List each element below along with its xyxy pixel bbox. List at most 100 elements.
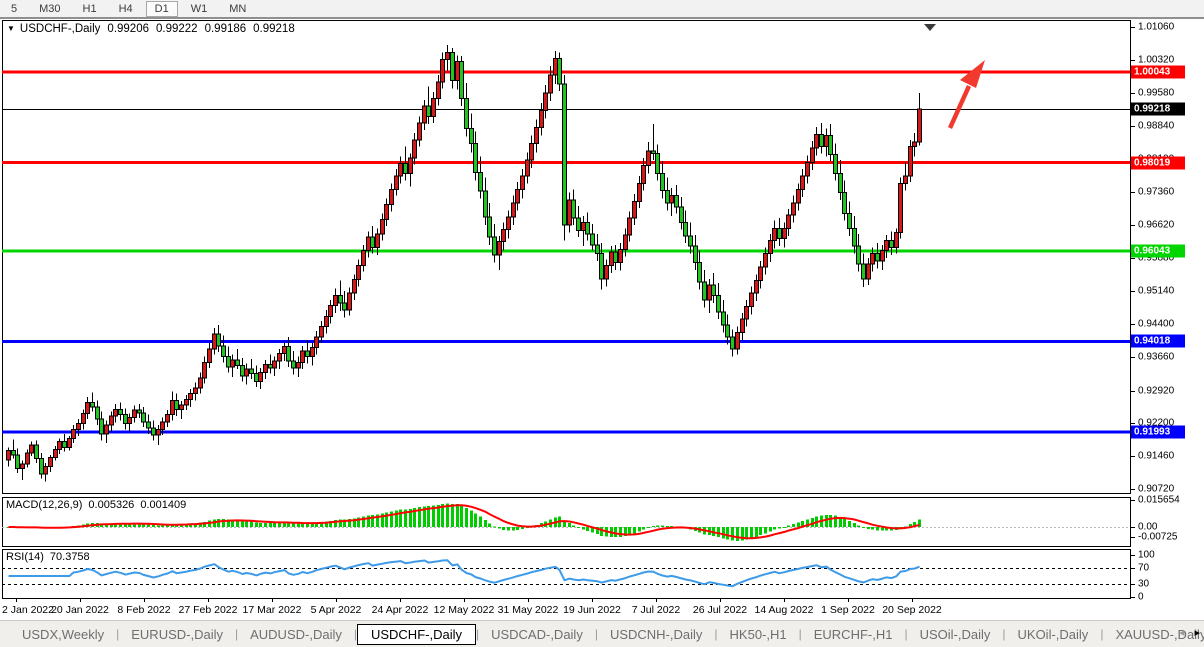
candle-body	[815, 134, 819, 147]
candle-body	[245, 369, 249, 376]
candle-body	[745, 306, 749, 319]
candle-body	[918, 109, 922, 142]
ohlc-high: 0.99222	[156, 23, 198, 35]
tab-usdcnh-daily[interactable]: USDCNH-,Daily	[598, 625, 714, 644]
candle-body	[801, 176, 805, 189]
candle-body	[797, 189, 801, 202]
candle-body	[512, 203, 516, 217]
candle-body	[35, 445, 39, 458]
level-price-tag-0.98019: 0.98019	[1131, 157, 1185, 170]
candle-body	[474, 143, 478, 172]
macd-histogram-bar	[867, 527, 870, 529]
candle-body	[638, 184, 642, 202]
macd-histogram-bar	[750, 527, 753, 538]
candle-body	[273, 361, 277, 368]
candle-body	[661, 173, 665, 190]
candle-body	[484, 191, 488, 217]
date-label: 24 Apr 2022	[372, 604, 429, 616]
candle-body	[376, 234, 380, 247]
macd-histogram-bar	[502, 527, 505, 530]
macd-histogram-bar	[474, 513, 477, 527]
macd-histogram-bar	[516, 527, 519, 530]
price-tick-label: 0.90720	[1138, 484, 1174, 495]
candle-body	[722, 312, 726, 325]
candle-body	[783, 228, 787, 238]
candle-body	[348, 293, 352, 310]
candle-body	[526, 160, 530, 176]
candle-body	[479, 172, 483, 191]
level-price-tag-1.00043: 1.00043	[1131, 66, 1185, 79]
price-tick-label: 0.95140	[1138, 286, 1174, 297]
tab-usdcad-daily[interactable]: USDCAD-,Daily	[479, 625, 595, 644]
ohlc-close: 0.99218	[253, 23, 295, 35]
macd-histogram-bar	[269, 523, 272, 527]
candle-body	[297, 362, 301, 368]
macd-histogram-bar	[264, 523, 267, 527]
candle-body	[460, 62, 464, 99]
candle-body	[49, 458, 53, 467]
candle-body	[77, 424, 81, 430]
candle-body	[904, 176, 908, 184]
candle-body	[72, 429, 76, 438]
candle-body	[96, 407, 100, 419]
price-tick-label: 0.93660	[1138, 352, 1174, 363]
candle-body	[315, 337, 319, 348]
price-axis[interactable]: 1.010601.003200.995800.988400.981000.973…	[1130, 0, 1204, 620]
macd-histogram-bar	[259, 523, 262, 527]
tab-scroll-right-icon[interactable]: ▸	[1194, 625, 1200, 641]
candle-body	[619, 249, 623, 262]
candle-body	[413, 140, 417, 158]
symbol-dropdown-icon[interactable]: ▼	[7, 24, 15, 33]
tab-hk50-h1[interactable]: HK50-,H1	[718, 625, 799, 644]
macd-histogram-bar	[484, 520, 487, 527]
current-price-tag: 0.99218	[1131, 103, 1185, 116]
candle-body	[208, 349, 212, 362]
candle-body	[105, 425, 109, 434]
candle-body	[689, 236, 693, 246]
candle-body	[876, 254, 880, 261]
tab-audusd-daily[interactable]: AUDUSD-,Daily	[238, 625, 354, 644]
time-axis[interactable]: 2 Jan 202220 Jan 20228 Feb 202227 Feb 20…	[0, 602, 1130, 618]
price-tick-label: 0.92920	[1138, 386, 1174, 397]
date-label: 1 Sep 2022	[821, 604, 875, 616]
macd-name: MACD(12,26,9)	[6, 499, 82, 511]
macd-histogram-bar	[848, 521, 851, 527]
tab-usdx-weekly[interactable]: USDX,Weekly	[10, 625, 116, 644]
candle-body	[610, 252, 614, 265]
price-tick-label: 0.99580	[1138, 88, 1174, 99]
tab-eurchf-h1[interactable]: EURCHF-,H1	[802, 625, 905, 644]
candle-body	[432, 99, 436, 117]
candle-body	[199, 378, 203, 388]
candle-body	[82, 414, 86, 424]
tab-usdchf-daily[interactable]: USDCHF-,Daily	[357, 624, 476, 645]
macd-histogram-bar	[652, 526, 655, 527]
candle-body	[549, 75, 553, 93]
candle-body	[764, 254, 768, 267]
candle-body	[54, 450, 58, 458]
tab-usoil-daily[interactable]: USOil-,Daily	[908, 625, 1003, 644]
candle-body	[755, 281, 759, 294]
candle-body	[736, 332, 740, 349]
trend-arrow-shaft	[948, 85, 971, 129]
candle-body	[343, 303, 347, 310]
macd-histogram-bar	[577, 527, 580, 528]
candle-body	[600, 254, 604, 279]
candle-body	[488, 217, 492, 237]
chart-canvas[interactable]	[0, 0, 1204, 647]
candle-body	[577, 218, 581, 231]
level-price-tag-0.96043: 0.96043	[1131, 245, 1185, 258]
macd-histogram-bar	[582, 527, 585, 530]
date-label: 14 Aug 2022	[755, 604, 814, 616]
candle-body	[731, 337, 735, 349]
macd-histogram-bar	[843, 519, 846, 527]
tab-eurusd-daily[interactable]: EURUSD-,Daily	[119, 625, 235, 644]
chart-title[interactable]: ▼USDCHF-,Daily0.992060.992220.991860.992…	[7, 23, 295, 35]
price-tick-label: 0.94400	[1138, 319, 1174, 330]
tab-ukoil-daily[interactable]: UKOil-,Daily	[1006, 625, 1101, 644]
candle-body	[128, 417, 132, 423]
candle-body	[853, 228, 857, 246]
candle-body	[283, 347, 287, 354]
macd-histogram-bar	[255, 522, 258, 527]
candle-body	[385, 205, 389, 220]
tab-scroll-left-icon[interactable]: ◂	[1179, 625, 1185, 641]
